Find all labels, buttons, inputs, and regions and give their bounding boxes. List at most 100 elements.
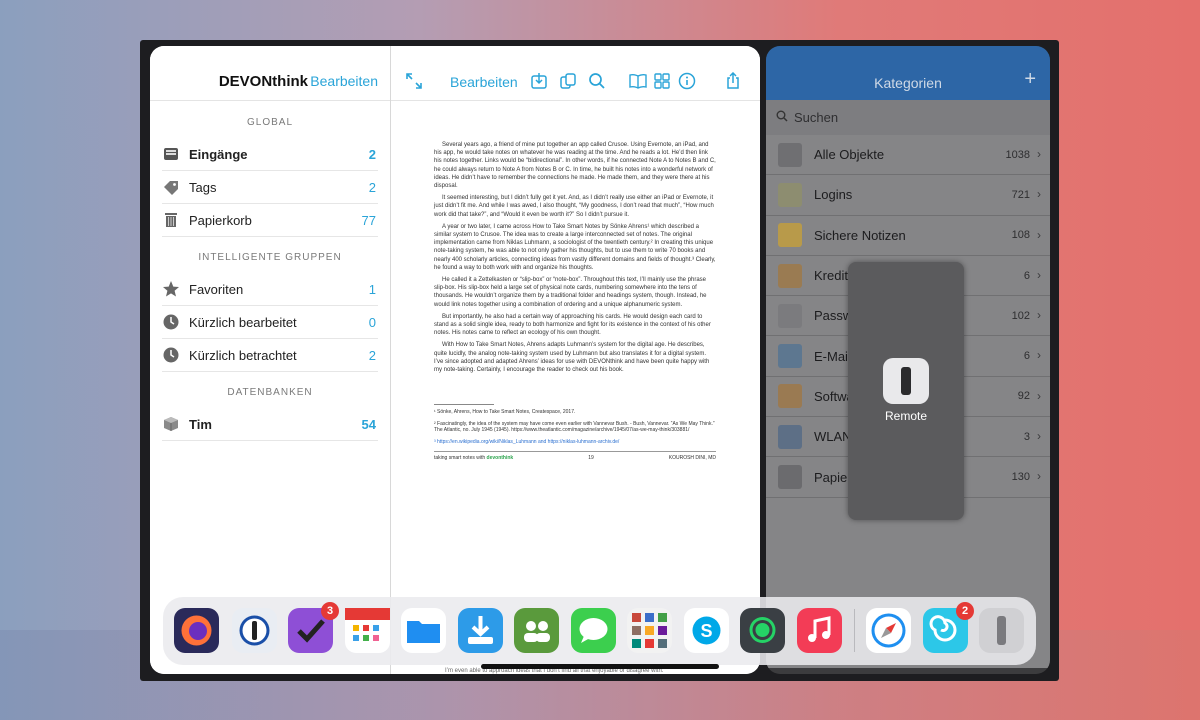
remote-label: Remote <box>884 409 928 423</box>
inbox-icon <box>162 145 180 163</box>
remote-app-icon[interactable] <box>883 358 929 404</box>
category-label: Sichere Notizen <box>814 227 906 243</box>
footer-left-text: taking smart notes with <box>434 455 486 462</box>
sidebar-item-favorites[interactable]: Favoriten 1 <box>162 273 378 306</box>
category-count: 6 <box>1023 269 1030 282</box>
sidebar-item-label: Papierkorb <box>189 212 252 228</box>
footer-brand: devonthink <box>486 455 514 462</box>
app-title: DEVONthink <box>218 73 308 90</box>
skype-app-icon[interactable]: S <box>684 608 729 653</box>
tag-icon <box>162 178 180 196</box>
footnote-divider <box>434 404 494 406</box>
sidebar-item-label: Tags <box>189 179 217 195</box>
home-indicator[interactable] <box>481 664 719 669</box>
sidebar-item-database-tim[interactable]: Tim 54 <box>162 408 378 441</box>
transloader-app-icon[interactable] <box>458 608 503 653</box>
body-paragraph: He called it a Zettelkasten or “slip-box… <box>434 277 707 308</box>
sidebar-item-tags[interactable]: Tags 2 <box>162 171 378 204</box>
sidebar-header: DEVONthink Bearbeiten <box>150 46 390 101</box>
omnifocus-app-icon[interactable]: 3 <box>288 602 339 653</box>
category-count: 108 <box>1011 229 1030 242</box>
sidebar-item-label: Kürzlich bearbeitet <box>189 314 297 330</box>
messages-app-icon[interactable] <box>571 608 616 653</box>
search-icon <box>776 110 788 125</box>
svg-text:S: S <box>700 621 712 641</box>
category-row-secure-notes[interactable]: Sichere Notizen 108 › <box>766 216 1050 256</box>
add-category-button[interactable]: + <box>1024 68 1036 91</box>
document-edit-button[interactable]: Bearbeiten <box>450 74 518 90</box>
expand-icon[interactable] <box>405 72 423 90</box>
chevron-right-icon: › <box>1037 227 1041 242</box>
item-count: 1 <box>368 281 376 297</box>
fantastical-app-icon[interactable] <box>345 608 390 653</box>
sidebar-item-label: Kürzlich betrachtet <box>189 347 297 363</box>
credit-card-icon <box>778 263 802 288</box>
category-label: Logins <box>814 187 853 203</box>
key-login-icon <box>778 182 802 207</box>
book-icon[interactable] <box>629 72 647 90</box>
sidebar-item-label: Tim <box>189 416 212 432</box>
sidebar: DEVONthink Bearbeiten GLOBAL Eingänge 2 … <box>150 46 391 674</box>
category-count: 6 <box>1023 350 1030 363</box>
category-count: 721 <box>1011 188 1030 201</box>
remote-glyph <box>901 367 911 395</box>
item-count: 2 <box>368 347 376 363</box>
info-icon[interactable] <box>678 72 696 90</box>
category-row-logins[interactable]: Logins 721 › <box>766 175 1050 216</box>
sidebar-item-trash[interactable]: Papierkorb 77 <box>162 204 378 237</box>
download-icon[interactable] <box>530 72 548 90</box>
search-field[interactable]: Suchen <box>766 100 1050 135</box>
share-icon[interactable] <box>724 71 742 90</box>
chevron-right-icon: › <box>1037 469 1041 484</box>
app-store-icon <box>778 384 802 409</box>
sidebar-item-label: Favoriten <box>189 281 244 297</box>
category-count: 1038 <box>1005 148 1030 161</box>
shell-app-icon[interactable]: 2 <box>923 602 974 653</box>
section-header-smart-groups: INTELLIGENTE GRUPPEN <box>198 252 342 263</box>
page-number: 19 <box>588 455 594 462</box>
app-switch-overlay[interactable]: Remote <box>848 262 964 520</box>
footnote: ¹ Sönke, Ahrens, How to Take Smart Notes… <box>434 409 576 416</box>
search-icon[interactable] <box>588 72 606 90</box>
document-toolbar: Bearbeiten <box>391 46 760 101</box>
footnote-link[interactable]: ³ https://en.wikipedia.org/wiki/Niklas_L… <box>434 439 716 446</box>
trash-icon <box>778 465 802 490</box>
category-row-all[interactable]: Alle Objekte 1038 › <box>766 135 1050 176</box>
category-label: Alle Objekte <box>814 147 885 163</box>
notification-badge: 3 <box>321 602 339 620</box>
body-paragraph: It seemed interesting, but I didn’t full… <box>434 195 714 218</box>
firefox-app-icon[interactable] <box>174 608 219 653</box>
category-count: 92 <box>1017 390 1030 403</box>
all-objects-icon <box>778 142 802 167</box>
category-count: 130 <box>1011 471 1030 484</box>
trash-icon <box>162 211 180 229</box>
whatsapp-app-icon[interactable] <box>740 608 785 653</box>
star-icon <box>162 280 180 298</box>
chevron-right-icon: › <box>1037 429 1041 444</box>
sidebar-item-inbox[interactable]: Eingänge 2 <box>162 138 378 171</box>
safari-app-icon[interactable] <box>866 608 911 653</box>
notepad-icon <box>778 223 802 248</box>
folder-grid-app-icon[interactable] <box>627 608 672 653</box>
chevron-right-icon: › <box>1037 147 1041 161</box>
envelope-icon <box>778 344 802 369</box>
1password-app-icon[interactable] <box>232 608 277 653</box>
chevron-right-icon: › <box>1037 267 1041 282</box>
category-count: 3 <box>1023 430 1030 443</box>
body-paragraph: A year or two later, I came across How t… <box>434 223 716 271</box>
wifi-icon <box>778 424 802 449</box>
files-app-icon[interactable] <box>401 608 446 653</box>
remote-app-icon[interactable] <box>979 608 1024 653</box>
section-header-databases: DATENBANKEN <box>227 387 313 398</box>
search-placeholder: Suchen <box>794 110 839 125</box>
contacts-app-icon[interactable] <box>514 608 559 653</box>
duplicate-icon[interactable] <box>559 72 577 90</box>
clock-icon <box>162 346 180 364</box>
sidebar-item-recently-edited[interactable]: Kürzlich bearbeitet 0 <box>162 306 378 339</box>
section-header-global: GLOBAL <box>246 117 294 128</box>
sidebar-edit-button[interactable]: Bearbeiten <box>310 73 378 89</box>
grid-icon[interactable] <box>653 72 671 90</box>
item-count: 77 <box>361 212 376 228</box>
sidebar-item-recently-viewed[interactable]: Kürzlich betrachtet 2 <box>162 339 378 372</box>
music-app-icon[interactable] <box>797 608 842 653</box>
